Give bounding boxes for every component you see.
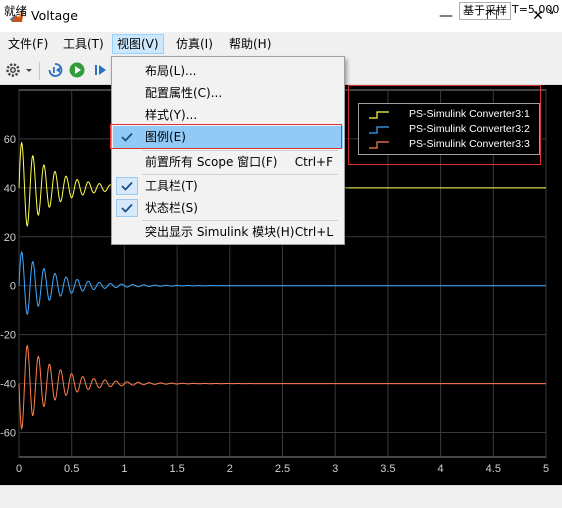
y-tick-label: 0	[10, 281, 16, 293]
x-tick-label: 2.5	[275, 463, 290, 475]
y-tick-label: 20	[4, 232, 16, 244]
gear-icon[interactable]	[4, 61, 24, 81]
sim-time-readout: T=5.000	[512, 3, 560, 16]
menu-item-style[interactable]: 样式(Y)...	[113, 104, 343, 126]
dropdown-arrow-icon[interactable]	[24, 63, 34, 83]
menu-item-label: 布局(L)...	[145, 64, 197, 78]
menu-item-bring-all-scopes-forward[interactable]: 前置所有 Scope 窗口(F) Ctrl+F	[113, 151, 343, 173]
x-tick-label: 1	[121, 463, 127, 475]
menu-item-highlight-simulink-block[interactable]: 突出显示 Simulink 模块(H) Ctrl+L	[113, 221, 343, 243]
y-tick-label: 60	[4, 134, 16, 146]
menu-item-label: 前置所有 Scope 窗口(F)	[145, 155, 278, 169]
y-tick-label: -20	[0, 330, 16, 342]
menu-item-label: 突出显示 Simulink 模块(H)	[145, 225, 295, 239]
x-tick-label: 4.5	[486, 463, 501, 475]
view-menu-dropdown: 布局(L)... 配置属性(C)... 样式(Y)... 图例(E) 前置所有 …	[111, 56, 345, 245]
x-tick-label: 4	[438, 463, 444, 475]
menu-item-label: 样式(Y)...	[145, 108, 198, 122]
legend-highlight-box	[348, 85, 541, 165]
menu-view[interactable]: 视图(V)	[112, 34, 164, 54]
x-tick-label: 5	[543, 463, 549, 475]
menu-item-label: 工具栏(T)	[145, 179, 198, 193]
menu-help[interactable]: 帮助(H)	[225, 35, 275, 53]
x-tick-label: 2	[227, 463, 233, 475]
menu-item-layout[interactable]: 布局(L)...	[113, 60, 343, 82]
step-forward-icon[interactable]	[92, 61, 112, 81]
menu-item-shortcut: Ctrl+L	[294, 225, 333, 239]
check-icon	[116, 199, 138, 217]
menu-simulation[interactable]: 仿真(I)	[172, 35, 217, 53]
menu-item-toolbar[interactable]: 工具栏(T)	[113, 175, 343, 197]
menu-item-label: 配置属性(C)...	[145, 86, 223, 100]
menu-tools[interactable]: 工具(T)	[59, 35, 108, 53]
y-tick-label: -60	[0, 428, 16, 440]
x-tick-label: 3.5	[380, 463, 395, 475]
x-tick-label: 0	[16, 463, 22, 475]
menu-item-shortcut: Ctrl+F	[294, 155, 333, 169]
menu-item-statusbar[interactable]: 状态栏(S)	[113, 197, 343, 219]
menu-item-configuration-properties[interactable]: 配置属性(C)...	[113, 82, 343, 104]
y-tick-label: 40	[4, 183, 16, 195]
x-tick-label: 0.5	[64, 463, 79, 475]
legend-menu-highlight-box	[110, 124, 342, 149]
status-bar	[0, 485, 562, 508]
toolbar-divider	[39, 62, 40, 80]
status-text: 就绪	[4, 4, 27, 18]
x-tick-label: 3	[332, 463, 338, 475]
x-tick-label: 1.5	[169, 463, 184, 475]
check-icon	[116, 177, 138, 195]
sample-based-indicator: 基于采样	[459, 2, 511, 20]
y-tick-label: -40	[0, 379, 16, 391]
menu-item-label: 状态栏(S)	[145, 201, 198, 215]
menu-file[interactable]: 文件(F)	[4, 35, 52, 53]
step-back-icon[interactable]	[46, 61, 66, 81]
run-icon[interactable]	[68, 61, 88, 81]
window-title: Voltage	[31, 8, 78, 23]
